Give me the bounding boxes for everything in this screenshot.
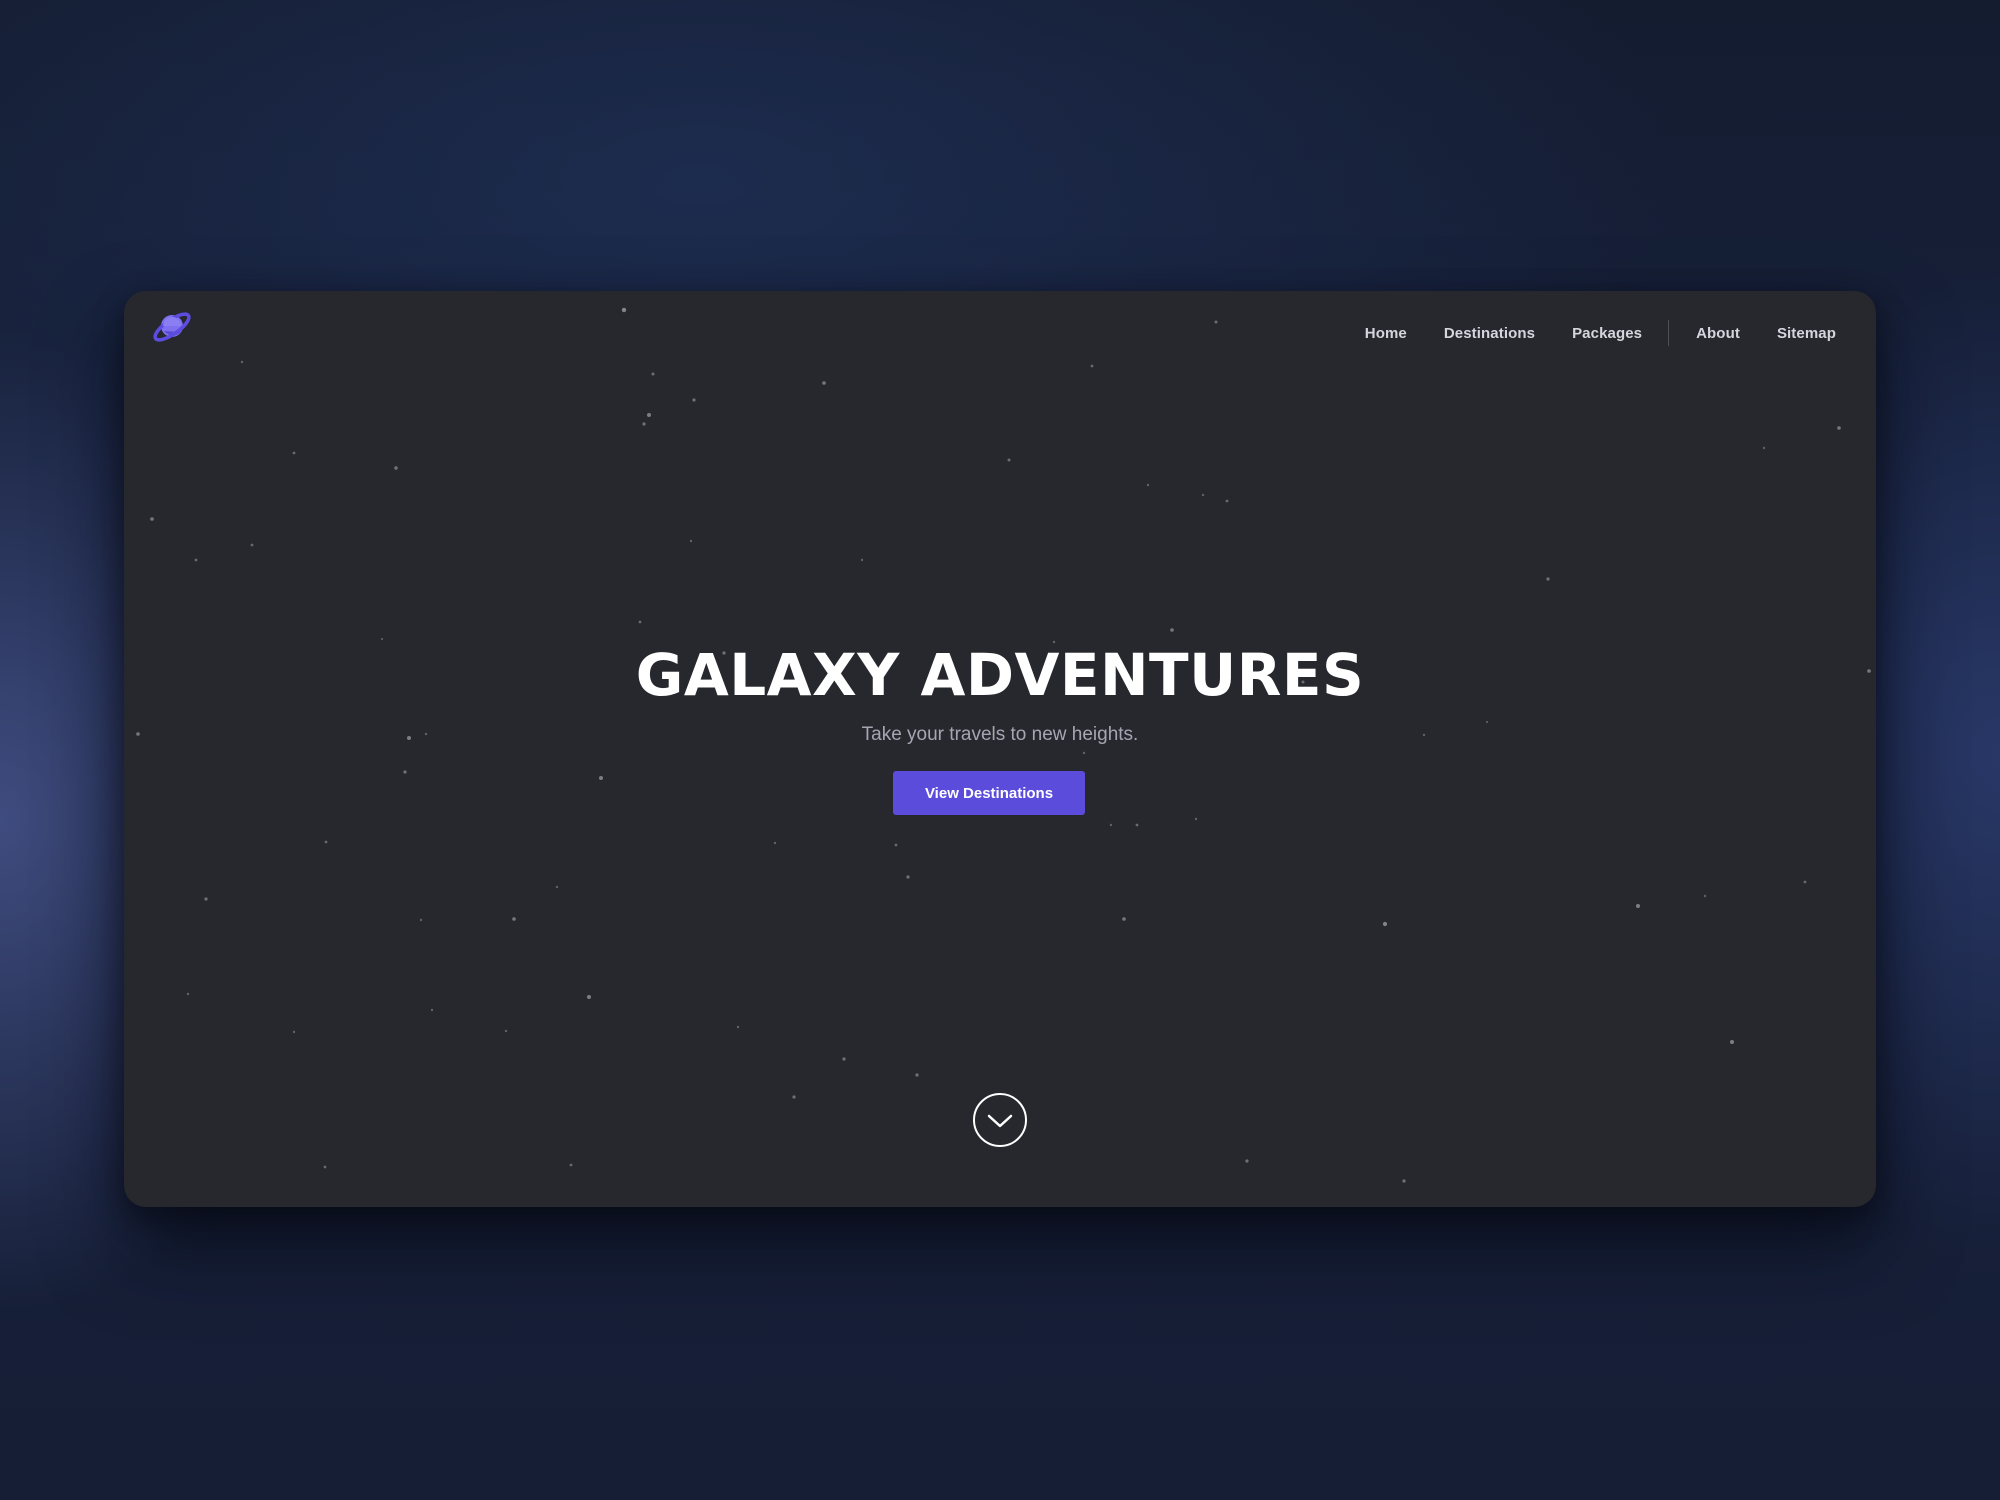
star-dot bbox=[1837, 426, 1841, 430]
star-dot bbox=[569, 1163, 573, 1167]
star-dot bbox=[651, 372, 655, 376]
star-dot bbox=[689, 539, 693, 543]
star-dot bbox=[1082, 751, 1086, 755]
star-dot bbox=[1245, 1159, 1249, 1163]
nav-destinations-link[interactable]: Destinations bbox=[1444, 325, 1535, 342]
star-dot bbox=[504, 1029, 508, 1033]
star-dot bbox=[403, 770, 407, 774]
hero-title: GALAXY ADVENTURES bbox=[635, 641, 1365, 709]
star-dot bbox=[204, 897, 208, 901]
star-dot bbox=[1730, 1040, 1734, 1044]
star-dot bbox=[555, 885, 559, 889]
star-dot bbox=[1194, 817, 1198, 821]
star-dot bbox=[599, 776, 603, 780]
nav-divider bbox=[1668, 320, 1670, 346]
star-dot bbox=[1201, 493, 1205, 497]
planet-logo-icon[interactable] bbox=[150, 305, 194, 349]
star-dot bbox=[1546, 577, 1550, 581]
star-dot bbox=[906, 875, 910, 879]
star-dot bbox=[1135, 823, 1139, 827]
star-dot bbox=[647, 413, 651, 417]
main-navigation: Home Destinations Packages About Sitemap bbox=[1365, 315, 1836, 351]
star-dot bbox=[822, 381, 826, 385]
star-dot bbox=[186, 992, 190, 996]
star-dot bbox=[1803, 880, 1807, 884]
star-dot bbox=[1762, 446, 1766, 450]
star-dot bbox=[419, 918, 423, 922]
scroll-down-icon[interactable] bbox=[972, 1092, 1028, 1148]
star-dot bbox=[1382, 921, 1388, 927]
star-dot bbox=[194, 558, 198, 562]
star-dot bbox=[292, 1030, 296, 1034]
star-dot bbox=[773, 841, 777, 845]
star-dot bbox=[621, 307, 627, 313]
star-dot bbox=[292, 451, 296, 455]
star-dot bbox=[1090, 364, 1094, 368]
star-dot bbox=[512, 917, 516, 921]
star-dot bbox=[1007, 458, 1011, 462]
nav-packages-link[interactable]: Packages bbox=[1572, 325, 1642, 342]
star-dot bbox=[1225, 499, 1229, 503]
star-dot bbox=[792, 1095, 796, 1099]
star-dot bbox=[587, 995, 591, 999]
star-dot bbox=[842, 1057, 846, 1061]
star-dot bbox=[1402, 1179, 1406, 1183]
star-dot bbox=[1170, 628, 1174, 632]
star-dot bbox=[1636, 904, 1640, 908]
star-dot bbox=[736, 1025, 740, 1029]
nav-sitemap-link[interactable]: Sitemap bbox=[1777, 325, 1836, 342]
starfield-background bbox=[136, 307, 1871, 1183]
hero-subtitle: Take your travels to new heights. bbox=[861, 724, 1139, 745]
star-dot bbox=[894, 843, 898, 847]
star-dot bbox=[380, 637, 384, 641]
star-dot bbox=[1122, 917, 1126, 921]
nav-home-link[interactable]: Home bbox=[1365, 325, 1407, 342]
star-dot bbox=[1146, 483, 1150, 487]
nav-about-link[interactable]: About bbox=[1696, 325, 1740, 342]
star-dot bbox=[1109, 823, 1113, 827]
view-destinations-button[interactable]: View Destinations bbox=[893, 771, 1085, 815]
star-dot bbox=[915, 1073, 919, 1077]
star-dot bbox=[642, 422, 646, 426]
browser-window: Home Destinations Packages About Sitemap… bbox=[124, 291, 1876, 1207]
star-dot bbox=[860, 558, 864, 562]
star-dot bbox=[1703, 894, 1707, 898]
star-dot bbox=[430, 1008, 434, 1012]
star-dot bbox=[240, 360, 244, 364]
star-dot bbox=[692, 398, 696, 402]
star-dot bbox=[1214, 320, 1218, 324]
star-dot bbox=[150, 517, 154, 521]
star-dot bbox=[250, 543, 254, 547]
star-dot bbox=[323, 1165, 327, 1169]
star-dot bbox=[394, 466, 398, 470]
star-dot bbox=[638, 620, 642, 624]
star-dot bbox=[324, 840, 328, 844]
